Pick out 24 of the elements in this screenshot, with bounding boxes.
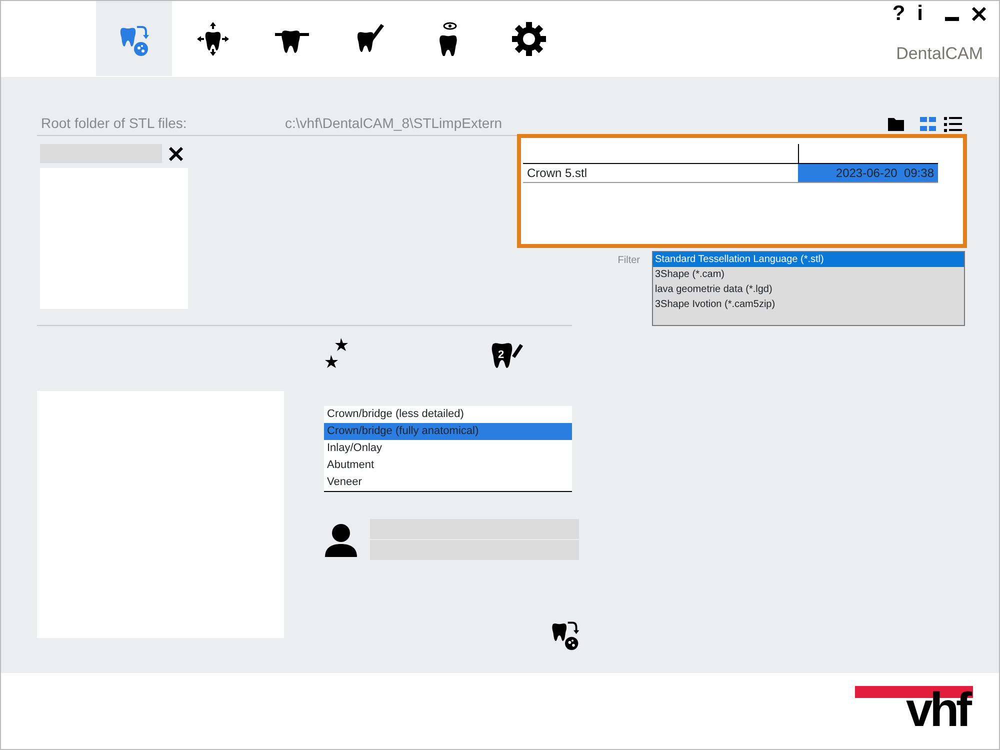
restoration-type-option[interactable]: Crown/bridge (fully anatomical) <box>324 423 572 440</box>
close-icon[interactable] <box>971 6 987 22</box>
help-button[interactable]: ? <box>886 3 912 25</box>
filter-option[interactable]: 3Shape Ivotion (*.cam5zip) <box>653 297 964 312</box>
settings-icon <box>512 22 546 56</box>
filter-option[interactable]: Standard Tessellation Language (*.stl) <box>653 252 964 267</box>
restoration-type-option[interactable]: Abutment <box>324 457 572 474</box>
app-name: DentalCAM <box>896 43 983 65</box>
restoration-type-option[interactable]: Crown/bridge (less detailed) <box>324 406 572 423</box>
root-folder-label: Root folder of STL files: <box>40 114 188 133</box>
filter-option[interactable]: lava geometrie data (*.lgd) <box>653 282 964 297</box>
vhf-logo: vhf <box>855 686 973 736</box>
info-button[interactable]: i <box>911 3 929 25</box>
root-folder-path: c:\vhf\DentalCAM_8\STLimpExtern <box>285 114 502 133</box>
filter-option[interactable]: 3Shape (*.cam) <box>653 267 964 282</box>
person-icon <box>324 523 358 557</box>
restoration-type-option[interactable]: Veneer <box>324 474 572 491</box>
file-name-cell[interactable]: Crown 5.stl <box>523 163 798 182</box>
stars-icon[interactable] <box>324 338 348 370</box>
filter-label: Filter <box>616 254 641 268</box>
file-date-cell[interactable]: 2023-06-20 09:38 <box>798 163 938 182</box>
tooth-move-icon <box>196 22 230 56</box>
restoration-type-option[interactable]: Inlay/Onlay <box>324 440 572 457</box>
close-icon[interactable] <box>168 146 184 162</box>
